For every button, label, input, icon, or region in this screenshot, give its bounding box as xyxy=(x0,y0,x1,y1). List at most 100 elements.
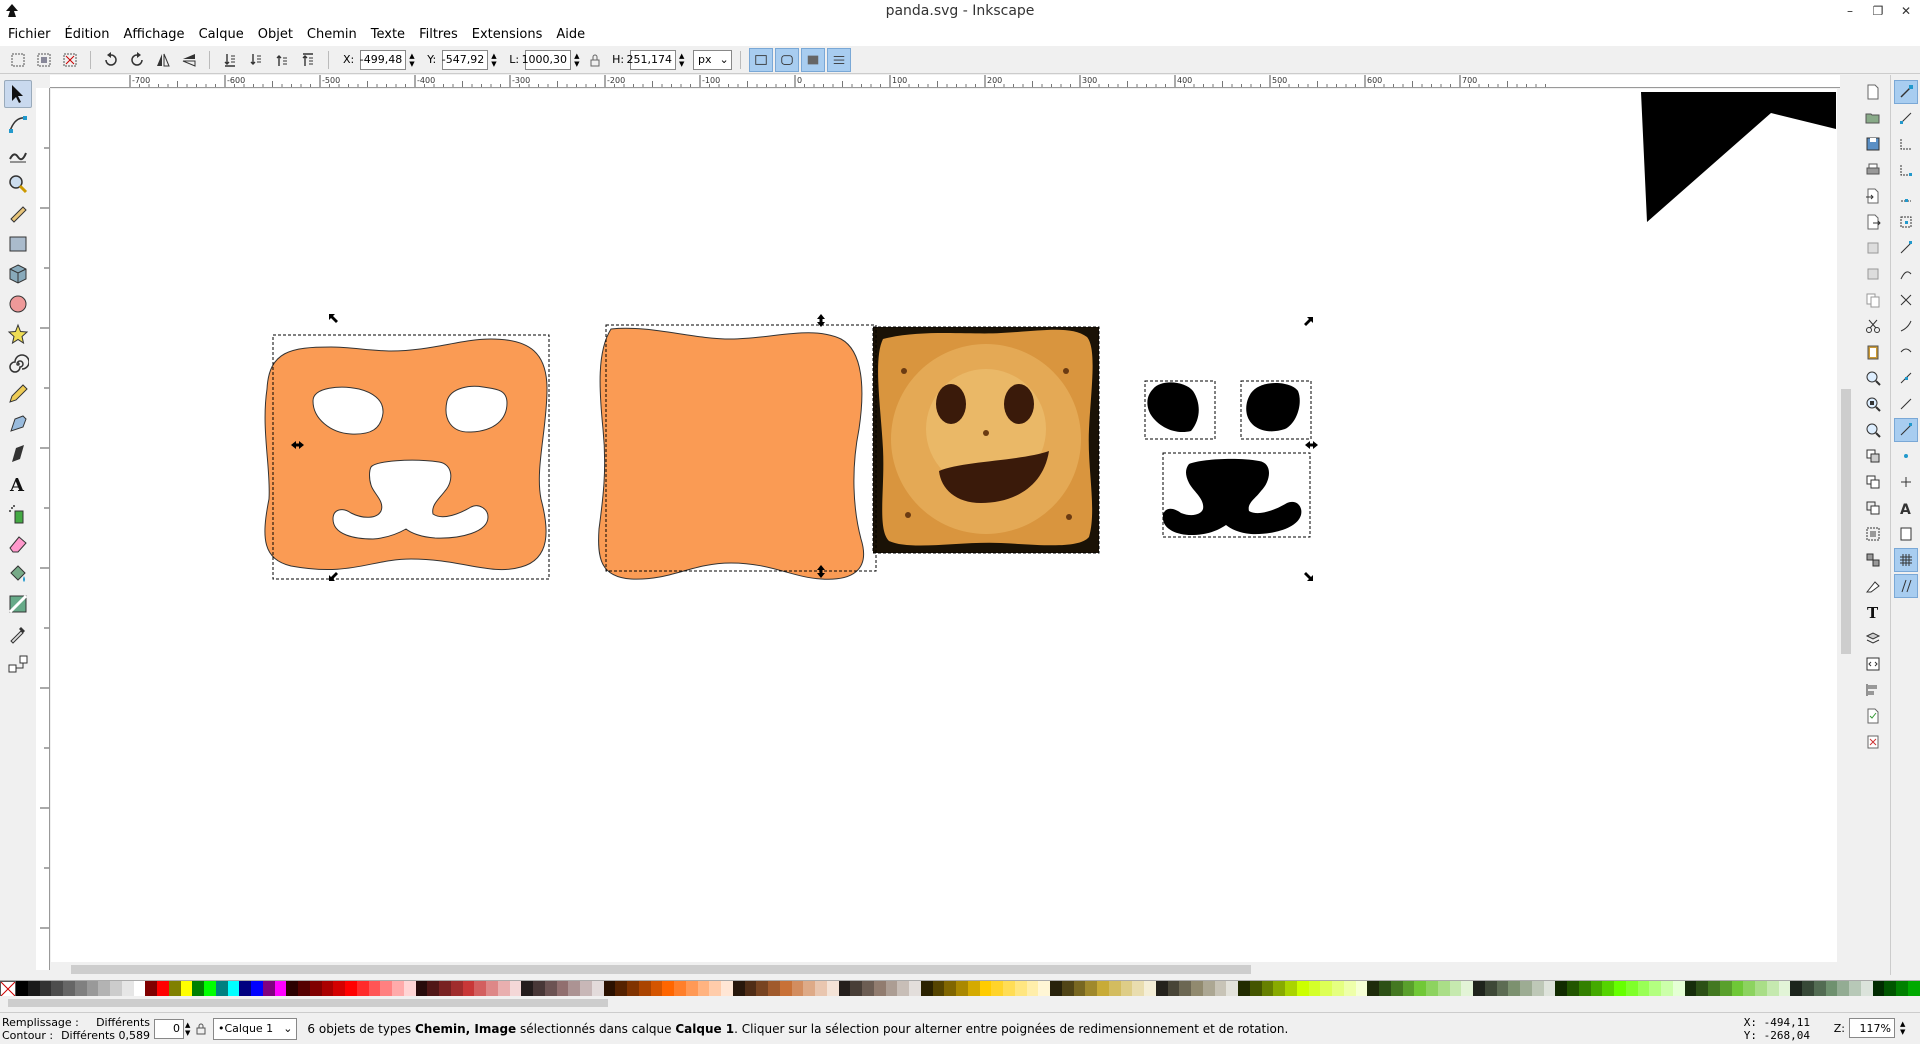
calligraphy-tool[interactable] xyxy=(4,440,32,468)
text-font-button[interactable]: T xyxy=(1861,600,1885,624)
x-input[interactable]: -499,48 xyxy=(360,49,407,70)
color-swatch[interactable] xyxy=(1872,981,1885,996)
color-swatch[interactable] xyxy=(1108,981,1121,996)
color-swatch[interactable] xyxy=(768,981,780,996)
color-swatch[interactable] xyxy=(98,981,110,996)
menu-affichage[interactable]: Affichage xyxy=(119,27,188,42)
preferences-button[interactable] xyxy=(1861,730,1885,754)
color-swatch[interactable] xyxy=(1743,981,1755,996)
color-swatch[interactable] xyxy=(580,981,592,996)
menu-texte[interactable]: Texte xyxy=(367,27,409,42)
color-swatch[interactable] xyxy=(1214,981,1227,996)
color-swatch[interactable] xyxy=(1085,981,1097,996)
color-swatch[interactable] xyxy=(1755,981,1767,996)
menu-filtres[interactable]: Filtres xyxy=(415,27,462,42)
color-swatch[interactable] xyxy=(1637,981,1650,996)
color-swatch[interactable] xyxy=(121,981,134,996)
color-swatch[interactable] xyxy=(180,981,193,996)
color-swatch[interactable] xyxy=(356,981,369,996)
spray-tool[interactable] xyxy=(4,500,32,528)
snap-centers-button[interactable] xyxy=(1894,392,1918,416)
color-swatch[interactable] xyxy=(1625,981,1638,996)
scale-stroke-toggle[interactable] xyxy=(748,47,773,72)
color-swatch[interactable] xyxy=(16,981,28,996)
color-swatch[interactable] xyxy=(1050,981,1062,996)
color-swatch[interactable] xyxy=(415,981,428,996)
paint-bucket-tool[interactable] xyxy=(4,560,32,588)
palette-scrollbar[interactable] xyxy=(0,996,1920,1010)
horizontal-scrollbar[interactable] xyxy=(51,962,1837,976)
color-swatch[interactable] xyxy=(439,981,451,996)
snap-toggle[interactable] xyxy=(1893,80,1918,104)
horizontal-scroll-thumb[interactable] xyxy=(71,965,1251,974)
color-swatch[interactable] xyxy=(932,981,945,996)
open-button[interactable] xyxy=(1861,106,1885,130)
color-swatch[interactable] xyxy=(521,981,533,996)
color-swatch[interactable] xyxy=(1849,981,1861,996)
y-input[interactable]: -547,92 xyxy=(442,49,489,70)
print-button[interactable] xyxy=(1861,158,1885,182)
color-swatch[interactable] xyxy=(1766,981,1779,996)
zoom-drawing-button[interactable] xyxy=(1861,392,1885,416)
duplicate-button[interactable] xyxy=(1861,444,1885,468)
black-triangle-shape[interactable] xyxy=(1641,92,1836,222)
color-swatch[interactable] xyxy=(1144,981,1156,996)
ellipse-tool[interactable] xyxy=(4,290,32,318)
color-swatch[interactable] xyxy=(227,981,240,996)
color-swatch[interactable] xyxy=(591,981,604,996)
color-swatch[interactable] xyxy=(650,981,663,996)
color-swatch[interactable] xyxy=(1813,981,1826,996)
snap-guides-toggle[interactable] xyxy=(1893,574,1918,598)
color-swatch[interactable] xyxy=(1531,981,1544,996)
color-swatch[interactable] xyxy=(368,981,381,996)
snap-smooth-button[interactable] xyxy=(1894,340,1918,364)
snap-midpoint-button[interactable] xyxy=(1894,366,1918,390)
color-swatch[interactable] xyxy=(133,981,146,996)
color-swatch[interactable] xyxy=(1320,981,1332,996)
color-swatch[interactable] xyxy=(1696,981,1708,996)
unit-select[interactable]: px ⌄ xyxy=(693,49,732,70)
color-swatch[interactable] xyxy=(251,981,263,996)
color-swatch[interactable] xyxy=(1191,981,1203,996)
color-swatch[interactable] xyxy=(1261,981,1274,996)
color-swatch[interactable] xyxy=(744,981,757,996)
color-swatch[interactable] xyxy=(110,981,122,996)
color-swatch[interactable] xyxy=(403,981,416,996)
color-swatch[interactable] xyxy=(286,981,298,996)
redo-button[interactable] xyxy=(1861,262,1885,286)
xml-editor-button[interactable] xyxy=(1861,652,1885,676)
color-swatch[interactable] xyxy=(309,981,322,996)
color-swatch[interactable] xyxy=(1061,981,1074,996)
color-swatch[interactable] xyxy=(345,981,357,996)
zoom-input[interactable]: 117% xyxy=(1849,1018,1895,1038)
color-swatch[interactable] xyxy=(1202,981,1215,996)
document-properties-button[interactable] xyxy=(1861,704,1885,728)
color-swatch[interactable] xyxy=(63,981,75,996)
color-swatch[interactable] xyxy=(627,981,639,996)
color-swatch[interactable] xyxy=(1003,981,1015,996)
color-swatch[interactable] xyxy=(1379,981,1391,996)
ungroup-button[interactable] xyxy=(1861,548,1885,572)
unlink-clone-button[interactable] xyxy=(1861,496,1885,520)
color-swatch[interactable] xyxy=(1520,981,1532,996)
color-swatch[interactable] xyxy=(615,981,627,996)
cookie-face-cutout-shape[interactable] xyxy=(264,338,548,571)
snap-rotation-center-button[interactable] xyxy=(1894,470,1918,494)
color-swatch[interactable] xyxy=(1672,981,1685,996)
color-swatch[interactable] xyxy=(1614,981,1626,996)
move-gradients-toggle[interactable] xyxy=(800,47,825,72)
color-swatch[interactable] xyxy=(920,981,933,996)
color-swatch[interactable] xyxy=(274,981,287,996)
snap-page-border-button[interactable] xyxy=(1894,522,1918,546)
undo-button[interactable] xyxy=(1861,236,1885,260)
color-swatch[interactable] xyxy=(1426,981,1438,996)
color-swatch[interactable] xyxy=(1073,981,1086,996)
new-document-button[interactable] xyxy=(1861,80,1885,104)
color-swatch[interactable] xyxy=(1719,981,1732,996)
gradient-tool[interactable] xyxy=(4,590,32,618)
color-swatch[interactable] xyxy=(333,981,345,996)
color-swatch[interactable] xyxy=(885,981,898,996)
color-swatch[interactable] xyxy=(803,981,815,996)
color-swatch[interactable] xyxy=(662,981,674,996)
x-spinner[interactable]: ▲ ▼ xyxy=(409,50,419,70)
